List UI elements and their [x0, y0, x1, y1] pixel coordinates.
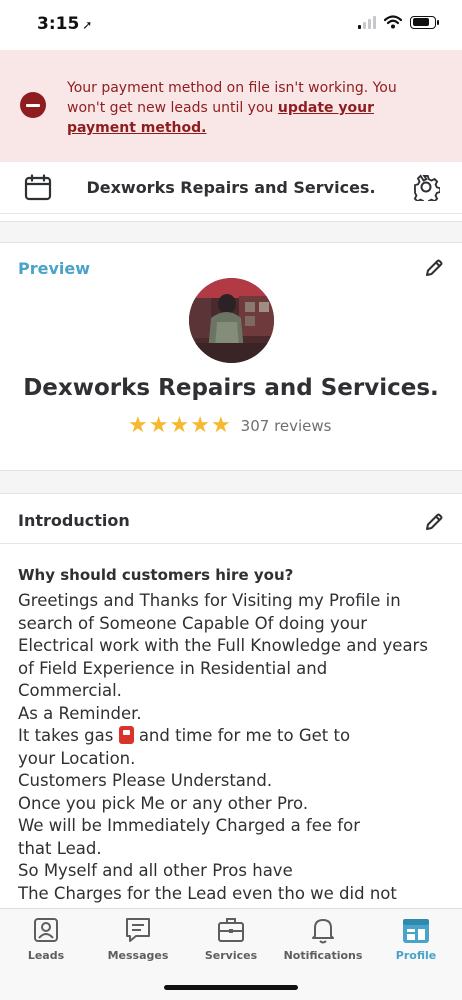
tab-messages[interactable]: Messages [92, 915, 184, 962]
answer-line: So Myself and all other Pros have [18, 861, 293, 880]
error-minus-icon [20, 92, 46, 118]
star-rating: ★ ★ ★ ★ ★ [128, 415, 231, 437]
question-title: Why should customers hire you? [18, 566, 294, 584]
section-gap [0, 221, 462, 243]
tab-label: Messages [107, 949, 169, 962]
status-icons [358, 15, 439, 29]
status-time-text: 3:15 [37, 14, 80, 34]
cellular-signal-icon [358, 15, 376, 29]
tab-label: Leads [27, 949, 65, 962]
answer-text: and time for me to Get to [138, 726, 351, 745]
tab-label: Notifications [283, 949, 363, 962]
answer-line-gas: It takes gas and time for me to Get to [18, 725, 450, 748]
storefront-icon [403, 919, 429, 943]
profile-photo [189, 278, 274, 363]
divider [0, 543, 462, 544]
status-time: 3:15 ➚ [37, 14, 92, 34]
edit-introduction-pencil-icon[interactable] [424, 512, 444, 532]
star-icon: ★ [190, 413, 210, 438]
tab-profile[interactable]: Profile [370, 915, 462, 962]
battery-icon [410, 15, 439, 29]
tab-label: Services [204, 949, 258, 962]
answer-line: Customers Please Understand. [18, 771, 273, 790]
star-icon: ★ [128, 413, 148, 438]
answer-line: The Charges for the Lead even tho we did… [18, 883, 397, 903]
alert-message: Your payment method on file isn't workin… [67, 78, 437, 138]
header-title: Dexworks Repairs and Services. [86, 178, 376, 197]
answer-line: Once you pick Me or any other Pro. [18, 793, 309, 813]
answer-text: It takes gas [18, 726, 114, 745]
wifi-icon [384, 15, 402, 29]
answer-line: Commercial. [18, 681, 122, 700]
preview-label: Preview [18, 259, 91, 278]
answer-line: your Location. [18, 748, 136, 768]
answer-line: search of Someone Capable Of doing your [18, 613, 368, 633]
profile-header: Dexworks Repairs and Services. [0, 162, 462, 214]
introduction-answer: Greetings and Thanks for Visiting my Pro… [18, 590, 450, 908]
answer-line: Electrical work with the Full Knowledge … [18, 636, 428, 655]
message-icon [126, 918, 150, 942]
briefcase-icon [218, 918, 244, 942]
edit-preview-pencil-icon[interactable] [424, 258, 444, 278]
location-arrow-icon: ➚ [82, 18, 93, 32]
answer-line: of Field Experience in Residential and [18, 658, 328, 678]
star-icon: ★ [169, 413, 190, 438]
person-icon [34, 918, 58, 942]
answer-line: We will be Immediately Charged a fee for [18, 816, 360, 835]
section-gap [0, 470, 462, 494]
home-indicator[interactable] [164, 985, 298, 990]
rating-row: ★ ★ ★ ★ ★ 307 reviews [128, 415, 332, 437]
answer-line: As a Reminder. [18, 703, 142, 723]
fuel-pump-icon [118, 726, 134, 744]
tab-notifications[interactable]: Notifications [277, 915, 369, 962]
tab-leads[interactable]: Leads [0, 915, 92, 962]
status-bar: 3:15 ➚ [0, 0, 462, 50]
bell-icon [312, 919, 334, 944]
star-icon: ★ [148, 413, 169, 438]
introduction-title: Introduction [18, 511, 130, 530]
payment-alert-banner: Your payment method on file isn't workin… [0, 50, 462, 162]
tab-label: Profile [395, 949, 437, 962]
tab-services[interactable]: Services [185, 915, 277, 962]
avatar [189, 278, 274, 363]
profile-name: Dexworks Repairs and Services. [23, 375, 439, 401]
reviews-count[interactable]: 307 reviews [241, 417, 332, 435]
star-icon: ★ [210, 413, 231, 438]
answer-line: that Lead. [18, 838, 102, 858]
answer-line: Greetings and Thanks for Visiting my Pro… [18, 591, 401, 610]
gear-icon[interactable] [412, 173, 440, 201]
